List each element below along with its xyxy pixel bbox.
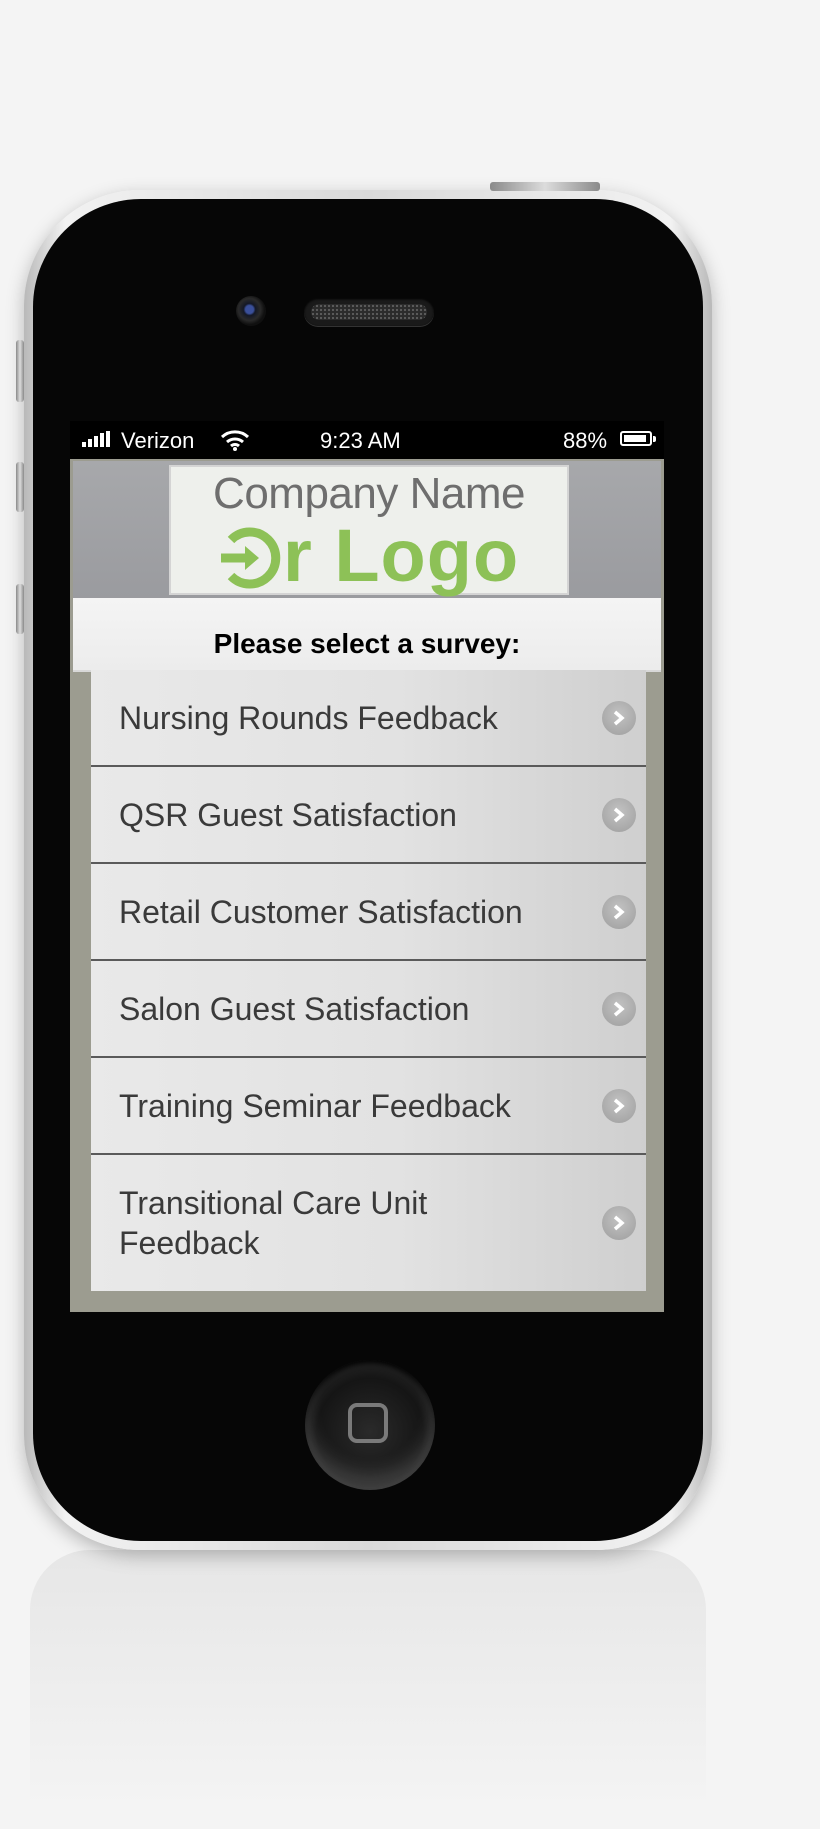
wifi-icon [220,430,250,451]
survey-prompt: Please select a survey: [213,628,521,659]
logo-arrow-circle-icon [221,527,281,588]
survey-item-training-seminar[interactable]: Training Seminar Feedback [91,1058,646,1155]
survey-item-label: Salon Guest Satisfaction [119,990,470,1027]
survey-item-retail-customer[interactable]: Retail Customer Satisfaction [91,864,646,961]
chevron-right-icon [602,1206,636,1240]
survey-item-label: Nursing Rounds Feedback [119,699,498,736]
battery-icon [620,431,656,446]
front-camera [236,296,266,326]
app-header: Company Name r Logo [73,461,661,598]
chevron-right-icon [602,797,636,832]
prompt-bar: Please select a survey: [73,598,661,672]
signal-icon [82,431,110,447]
survey-item-salon-guest[interactable]: Salon Guest Satisfaction [91,961,646,1058]
survey-item-label: Training Seminar Feedback [119,1087,511,1124]
volume-up-button [16,462,24,512]
logo-or-logo: r Logo [217,513,519,598]
earpiece-speaker [304,298,434,326]
mute-switch [16,340,24,402]
chevron-right-icon [602,1088,636,1123]
logo-text: r Logo [283,514,520,597]
chevron-right-icon [602,700,636,735]
home-button[interactable] [305,1360,435,1490]
carrier-label: Verizon [121,428,195,453]
power-button [490,182,600,191]
status-bar: Verizon 9:23 AM 88% [70,421,664,459]
survey-item-transitional-care[interactable]: Transitional Care Unit Feedback [91,1155,646,1291]
volume-down-button [16,584,24,634]
company-logo: Company Name r Logo [169,465,569,598]
survey-item-label: QSR Guest Satisfaction [119,796,457,833]
chevron-right-icon [602,894,636,929]
survey-item-qsr-guest[interactable]: QSR Guest Satisfaction [91,767,646,864]
phone-screen: Verizon 9:23 AM 88% Company Name r Logo [70,421,664,1312]
survey-item-label: Retail Customer Satisfaction [119,893,523,930]
clock: 9:23 AM [320,428,401,453]
battery-percent: 88% [563,428,608,453]
survey-item-nursing-rounds[interactable]: Nursing Rounds Feedback [91,670,646,767]
phone-reflection [30,1550,706,1810]
survey-list: Nursing Rounds Feedback QSR Guest Satisf… [91,670,646,1291]
home-square-icon [348,1403,388,1443]
logo-company-name: Company Name [213,469,525,518]
chevron-right-icon [602,991,636,1026]
survey-item-label: Transitional Care Unit Feedback [119,1185,428,1261]
